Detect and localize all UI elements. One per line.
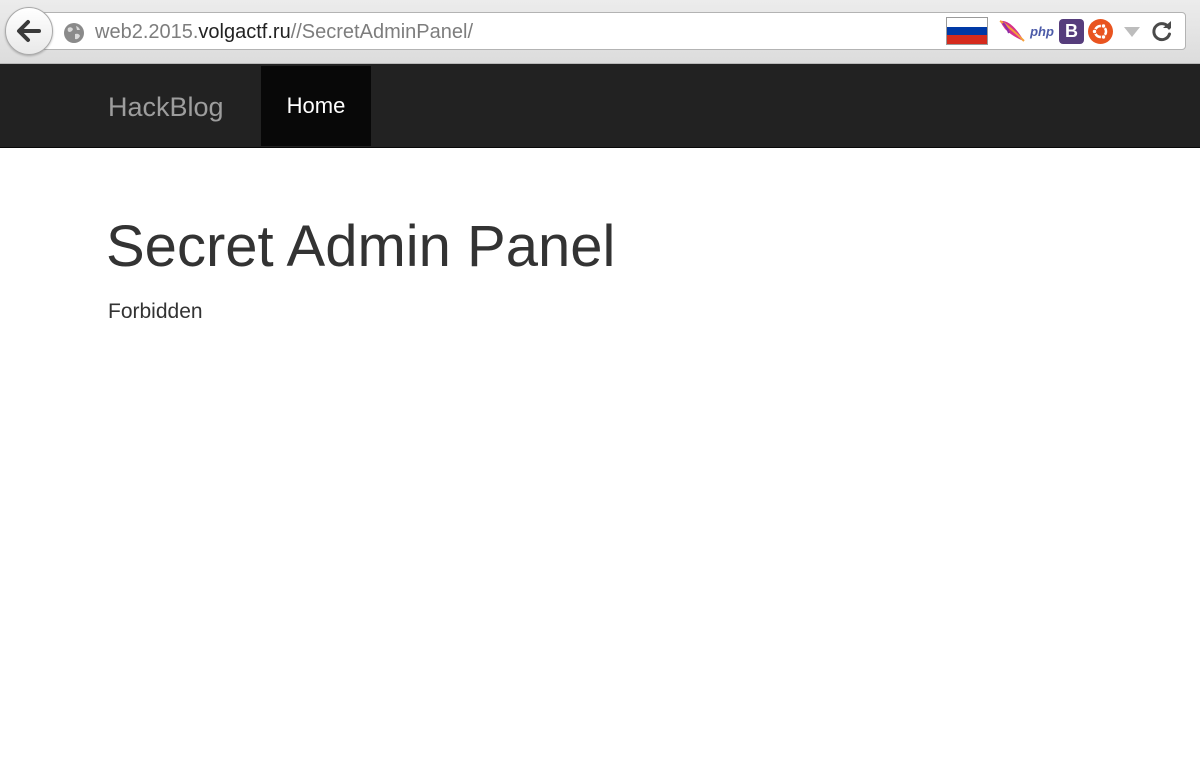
nav-item-home[interactable]: Home [261,66,371,146]
browser-toolbar: web2.2015.volgactf.ru//SecretAdminPanel/… [0,0,1200,64]
url-prefix: web2.2015. [95,21,199,43]
bootstrap-icon[interactable]: B [1059,19,1084,44]
russia-flag-icon[interactable] [946,17,988,45]
url-domain: volgactf.ru [198,21,291,43]
back-arrow-icon [17,20,41,42]
globe-icon [64,23,84,43]
dropdown-arrow-icon[interactable] [1124,27,1140,37]
feather-icon[interactable] [997,17,1027,45]
forbidden-message: Forbidden [108,300,203,323]
url-path: //SecretAdminPanel/ [290,21,474,43]
php-icon[interactable]: php [1028,17,1056,45]
url-text[interactable]: web2.2015.volgactf.ru//SecretAdminPanel/ [95,20,473,44]
page-title: Secret Admin Panel [106,214,616,279]
site-navbar: HackBlog Home [0,64,1200,148]
ubuntu-icon[interactable] [1088,19,1113,44]
back-button[interactable] [5,7,53,55]
ubuntu-logo-icon [1091,23,1108,40]
reload-icon[interactable] [1150,19,1174,43]
brand-link[interactable]: HackBlog [108,91,224,123]
